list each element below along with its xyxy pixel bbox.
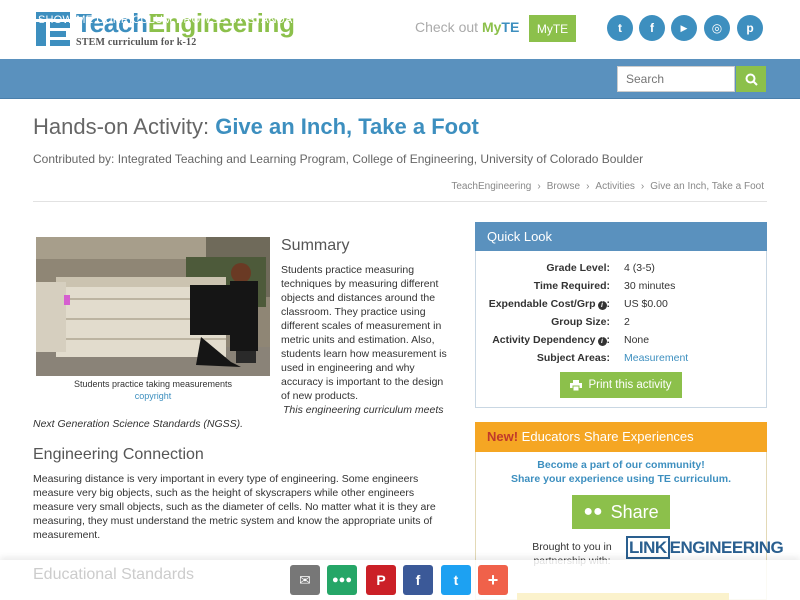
myte-button[interactable]: MyTE: [529, 15, 576, 42]
print-activity-button[interactable]: Print this activity: [560, 372, 682, 398]
instagram-icon[interactable]: ◎: [704, 15, 730, 41]
youtube-glyph: ▶: [680, 22, 688, 33]
nav-label: ABOUT TE: [428, 14, 485, 26]
expendable-cost-text: Expendable Cost/Grp: [488, 298, 596, 310]
expendable-cost-value: US $0.00: [624, 298, 668, 310]
pinterest-share-glyph: P: [376, 572, 386, 588]
more-icon[interactable]: +: [478, 565, 508, 595]
facebook-share-glyph: f: [415, 572, 421, 588]
quick-look-heading: Quick Look: [475, 222, 767, 251]
logo-tagline: STEM curriculum for k-12: [76, 37, 197, 48]
checkout-te: TE: [501, 19, 520, 35]
title-prefix: Hands-on Activity:: [33, 114, 210, 139]
facebook-icon[interactable]: f: [403, 565, 433, 595]
print-icon: [570, 379, 583, 391]
nav-label: BROWSE BY STANDARDS: [176, 14, 317, 26]
group-size-value: 2: [624, 316, 630, 328]
faded-section-heading: Educational Standards: [33, 566, 194, 583]
twitter-icon[interactable]: t: [607, 15, 633, 41]
activity-dependency-label: Activity Dependency i:: [492, 334, 610, 346]
activity-dependency-value: None: [624, 334, 650, 346]
subject-areas-label: Subject Areas:: [536, 352, 610, 364]
facebook-icon[interactable]: f: [639, 15, 665, 41]
engineering-connection-text: Measuring distance is very important in …: [33, 473, 436, 541]
twitter-icon[interactable]: t: [441, 565, 471, 595]
link-logo-engineering: ENGINEERING: [669, 538, 784, 557]
nav-browse-by-standards[interactable]: BROWSE BY STANDARDS ▾: [176, 13, 325, 26]
classroom-glyph: ●●●: [332, 574, 352, 586]
copyright-link[interactable]: copyright: [36, 391, 270, 401]
yellow-strip: [517, 593, 729, 600]
link-engineering-logo[interactable]: LINK ENGINEERING: [626, 536, 784, 559]
share-experience-button[interactable]: ●● Share: [572, 495, 670, 529]
grade-level-value: 4 (3-5): [624, 262, 655, 274]
activity-dependency-text: Activity Dependency: [492, 334, 596, 346]
expendable-cost-label: Expendable Cost/Grp i:: [488, 298, 610, 310]
page-title: Hands-on Activity: Give an Inch, Take a …: [33, 114, 479, 140]
share-experience-line: Share your experience using TE curriculu…: [511, 473, 731, 485]
students-measuring-image: [36, 237, 270, 376]
pinterest-glyph: p: [746, 21, 754, 35]
breadcrumb-separator-icon: ›: [586, 181, 590, 192]
nav-label: SHOW ME CURRICULUM: [38, 14, 173, 26]
email-icon[interactable]: ✉: [290, 565, 320, 595]
breadcrumb-current: Give an Inch, Take a Foot: [650, 181, 764, 192]
activity-dependency-row: Activity Dependency i: None: [475, 334, 767, 348]
pinterest-icon[interactable]: P: [366, 565, 396, 595]
time-required-value: 30 minutes: [624, 280, 676, 292]
contributed-by: Contributed by: Integrated Teaching and …: [33, 152, 644, 166]
print-button-label: Print this activity: [588, 379, 672, 391]
subject-areas-row: Subject Areas: Measurement: [475, 352, 767, 366]
twitter-glyph: t: [618, 21, 622, 35]
time-required-row: Time Required: 30 minutes: [475, 280, 767, 294]
search-input[interactable]: [617, 66, 735, 92]
youtube-icon[interactable]: ▶: [671, 15, 697, 41]
breadcrumb-home[interactable]: TeachEngineering: [451, 181, 531, 192]
breadcrumb-separator-icon: ›: [537, 181, 541, 192]
group-size-label: Group Size:: [551, 316, 610, 328]
divider: [33, 201, 767, 202]
subject-areas-link[interactable]: Measurement: [624, 352, 688, 364]
users-icon: ●●: [583, 503, 603, 520]
activity-photo[interactable]: [36, 237, 270, 376]
more-glyph: +: [487, 569, 499, 590]
share-button-label: Share: [610, 501, 659, 522]
instagram-glyph: ◎: [711, 21, 723, 35]
grade-level-row: Grade Level: 4 (3-5): [475, 262, 767, 276]
summary-text: Students practice measuring techniques b…: [281, 264, 447, 402]
group-size-row: Group Size: 2: [475, 316, 767, 330]
search-button[interactable]: [736, 66, 766, 92]
breadcrumb-browse[interactable]: Browse: [547, 181, 580, 192]
twitter-share-glyph: t: [453, 572, 459, 588]
nav-show-me-curriculum[interactable]: SHOW ME CURRICULUM ▾: [38, 13, 181, 26]
email-glyph: ✉: [299, 571, 311, 588]
nav-about-te[interactable]: ABOUT TE ▾: [428, 13, 493, 26]
engineering-connection-heading: Engineering Connection: [33, 446, 204, 463]
breadcrumb-separator-icon: ›: [640, 181, 645, 192]
nav-k12-engineering[interactable]: K-12 ENGINEERING ▾: [316, 13, 432, 26]
info-icon[interactable]: i: [597, 301, 607, 310]
title-activity-name: Give an Inch, Take a Foot: [215, 114, 479, 139]
breadcrumb-activities[interactable]: Activities: [595, 181, 634, 192]
educators-heading-text: Educators Share Experiences: [518, 429, 694, 444]
photo-caption: Students practice taking measurements: [73, 379, 233, 389]
breadcrumb: TeachEngineering › Browse › Activities › Give …: [451, 181, 764, 192]
educators-share-heading: New! Educators Share Experiences: [475, 422, 767, 452]
pinterest-icon[interactable]: p: [737, 15, 763, 41]
link-logo-link: LINK: [626, 536, 670, 559]
info-icon[interactable]: i: [597, 337, 607, 346]
google-classroom-icon[interactable]: ●●●: [327, 565, 357, 595]
expendable-cost-row: Expendable Cost/Grp i: US $0.00: [475, 298, 767, 312]
nav-label: K-12 ENGINEERING: [316, 14, 423, 26]
summary-heading: Summary: [281, 237, 350, 254]
ngss-note: This engineering curriculum meets Next G…: [33, 404, 444, 430]
chevron-down-icon: ▾: [487, 14, 494, 26]
community-line: Become a part of our community!: [537, 459, 705, 471]
grade-level-label: Grade Level:: [546, 262, 610, 274]
search-icon: [745, 73, 758, 86]
facebook-glyph: f: [650, 21, 654, 35]
new-badge: New!: [487, 429, 519, 444]
time-required-label: Time Required:: [533, 280, 610, 292]
